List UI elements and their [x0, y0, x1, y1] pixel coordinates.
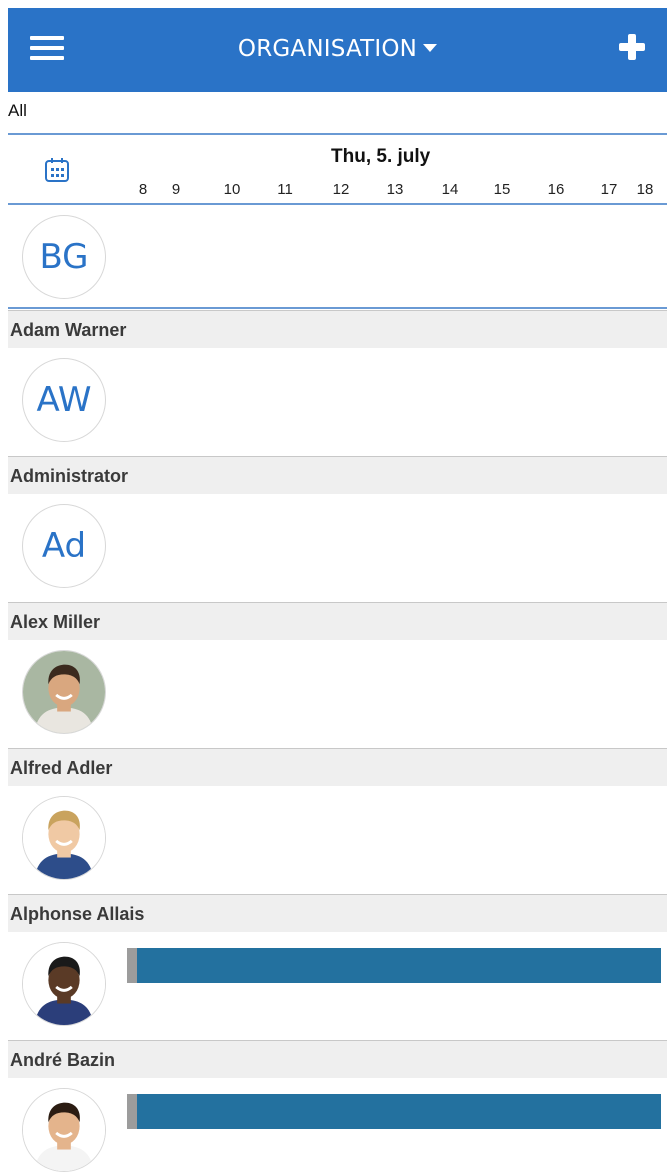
hour-label: 10 — [223, 181, 241, 198]
person-avatar[interactable] — [22, 650, 106, 734]
person-photo — [23, 1089, 105, 1171]
group-initials: BG — [39, 237, 89, 277]
organisation-dropdown[interactable]: ORGANISATION — [8, 36, 667, 62]
hour-label: 8 — [138, 181, 148, 198]
person-name[interactable]: Alex Miller — [8, 602, 667, 640]
hour-label: 16 — [547, 181, 565, 198]
person-avatar[interactable] — [22, 1088, 106, 1172]
person-name[interactable]: André Bazin — [8, 1040, 667, 1078]
person-photo — [23, 943, 105, 1025]
person-avatar[interactable]: Ad — [22, 504, 106, 588]
person-name[interactable]: Alfred Adler — [8, 748, 667, 786]
filter-all[interactable]: All — [8, 101, 27, 121]
booking-bar[interactable] — [127, 948, 661, 983]
add-button[interactable] — [619, 34, 645, 60]
caret-down-icon — [423, 43, 438, 52]
person-name[interactable]: Adam Warner — [8, 310, 667, 348]
hour-label: 14 — [441, 181, 459, 198]
person-name[interactable]: Administrator — [8, 456, 667, 494]
booking-bar-start-marker — [127, 948, 137, 983]
app-header: ORGANISATION — [8, 8, 667, 92]
hour-label: 17 — [600, 181, 618, 198]
hour-label: 11 — [277, 181, 293, 198]
booking-bar[interactable] — [127, 1094, 661, 1129]
hour-scale: 8 9 10 11 12 13 14 15 16 17 18 — [8, 181, 667, 201]
hour-label: 15 — [493, 181, 511, 198]
calendar-icon[interactable] — [44, 157, 70, 183]
hour-label: 12 — [332, 181, 350, 198]
person-photo — [23, 651, 105, 733]
timeline-header: Thu, 5. july 8 9 10 11 12 13 14 15 16 17 18 — [8, 133, 667, 203]
person-avatar[interactable]: AW — [22, 358, 106, 442]
organisation-title: ORGANISATION — [237, 36, 418, 62]
person-avatar[interactable] — [22, 942, 106, 1026]
hour-label: 13 — [386, 181, 404, 198]
person-name[interactable]: Alphonse Allais — [8, 894, 667, 932]
avatar-initials: Ad — [41, 526, 87, 566]
person-photo — [23, 797, 105, 879]
hour-label: 18 — [636, 181, 654, 198]
person-avatar[interactable] — [22, 796, 106, 880]
divider — [8, 203, 667, 205]
divider — [8, 307, 667, 309]
current-date[interactable]: Thu, 5. july — [331, 146, 430, 168]
group-avatar[interactable]: BG — [22, 215, 106, 299]
group-row: BG — [8, 215, 667, 307]
avatar-initials: AW — [36, 380, 92, 420]
hour-label: 9 — [171, 181, 181, 198]
booking-bar-start-marker — [127, 1094, 137, 1129]
